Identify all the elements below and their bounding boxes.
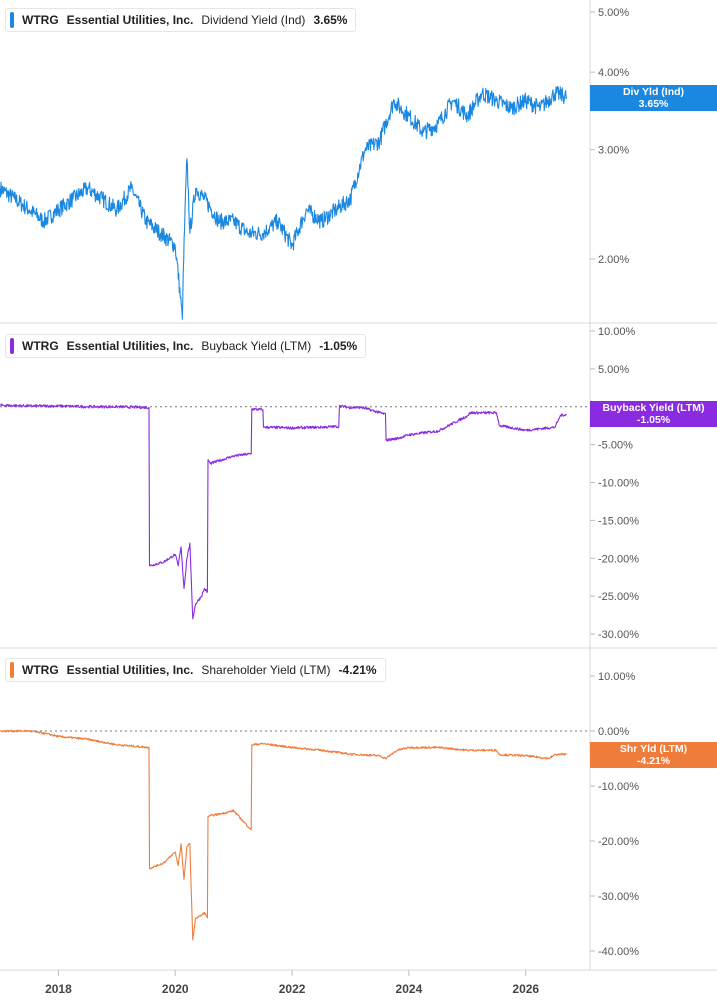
legend-shareholder-yield: WTRG Essential Utilities, Inc. Sharehold… (5, 658, 386, 682)
y-tick-label: 10.00% (598, 326, 636, 338)
legend-value: -1.05% (319, 339, 358, 353)
series-line (0, 403, 567, 620)
badge-value: 3.65% (638, 98, 669, 110)
badge-shareholder-yield: Shr Yld (LTM) -4.21% (590, 742, 717, 768)
legend-ticker: WTRG (22, 663, 59, 677)
y-tick-label: -10.00% (598, 478, 639, 490)
x-tick-label: 2022 (279, 982, 306, 996)
y-tick-label: 2.00% (598, 254, 629, 266)
y-tick-label: 5.00% (598, 7, 629, 19)
legend-metric: Dividend Yield (Ind) (201, 13, 306, 27)
legend-company: Essential Utilities, Inc. (66, 13, 194, 27)
x-tick-label: 2020 (162, 982, 189, 996)
legend-swatch (10, 338, 14, 354)
legend-company: Essential Utilities, Inc. (66, 663, 194, 677)
y-tick-label: -5.00% (598, 440, 633, 452)
y-tick-label: -30.00% (598, 891, 639, 903)
y-tick-label: 10.00% (598, 671, 636, 683)
series-line (0, 85, 568, 320)
legend-value: -4.21% (338, 663, 377, 677)
y-tick-label: 3.00% (598, 145, 629, 157)
badge-value: -1.05% (636, 414, 671, 426)
y-tick-label: -10.00% (598, 781, 639, 793)
y-tick-label: -30.00% (598, 629, 639, 641)
x-tick-label: 2018 (45, 982, 72, 996)
legend-dividend-yield: WTRG Essential Utilities, Inc. Dividend … (5, 8, 357, 32)
legend-ticker: WTRG (22, 339, 59, 353)
badge-label: Buyback Yield (LTM) (602, 402, 705, 414)
legend-buyback-yield: WTRG Essential Utilities, Inc. Buyback Y… (5, 334, 367, 358)
y-tick-label: -25.00% (598, 591, 639, 603)
legend-metric: Buyback Yield (LTM) (201, 339, 312, 353)
badge-label: Shr Yld (LTM) (619, 743, 688, 755)
y-tick-label: 4.00% (598, 67, 629, 79)
legend-ticker: WTRG (22, 13, 59, 27)
badge-buyback-yield: Buyback Yield (LTM) -1.05% (590, 401, 717, 427)
badge-value: -4.21% (636, 755, 671, 767)
y-tick-label: 5.00% (598, 364, 629, 376)
legend-swatch (10, 12, 14, 28)
legend-metric: Shareholder Yield (LTM) (201, 663, 331, 677)
badge-dividend-yield: Div Yld (Ind) 3.65% (590, 85, 717, 111)
x-tick-label: 2026 (512, 982, 539, 996)
y-tick-label: -40.00% (598, 946, 639, 958)
y-tick-label: -20.00% (598, 836, 639, 848)
legend-company: Essential Utilities, Inc. (66, 339, 194, 353)
y-tick-label: 0.00% (598, 726, 629, 738)
x-tick-label: 2024 (396, 982, 423, 996)
badge-label: Div Yld (Ind) (622, 86, 685, 98)
chart-canvas: 2.00% 3.00% 4.00% 5.00% 10.00% 5.00% -5.00% -10… (0, 0, 717, 996)
y-tick-label: -15.00% (598, 515, 639, 527)
series-line (0, 729, 567, 941)
legend-value: 3.65% (313, 13, 348, 27)
y-tick-label: -20.00% (598, 553, 639, 565)
legend-swatch (10, 662, 14, 678)
